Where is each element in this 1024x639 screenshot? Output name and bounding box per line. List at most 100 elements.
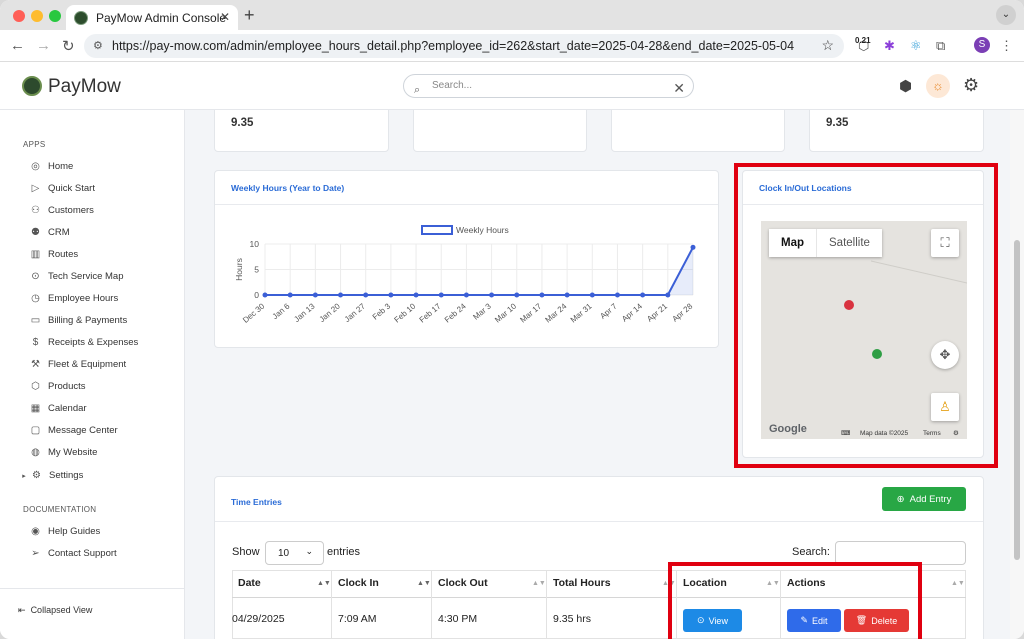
cube-icon[interactable]: ⬢ [899,77,912,95]
clear-search-icon[interactable]: ✕ [673,77,685,99]
plus-circle-icon: ⊕ [896,493,905,505]
extension-react-icon[interactable]: ⚛ [910,38,922,54]
x-tick-label: Dec 30 [241,301,267,325]
favicon-icon [74,10,88,25]
weekly-hours-title: Weekly Hours (Year to Date) [231,183,345,193]
bookmark-star-icon[interactable]: ☆ [821,37,834,54]
play-circle-icon: ▷ [31,183,40,194]
sidebar-item-billing-payments[interactable]: ▭ Billing & Payments [29,315,127,326]
cell-total-hours: 9.35 hrs [553,613,591,625]
tab-menu-icon[interactable]: ⌄ [996,5,1016,25]
data-point [690,244,696,250]
browser-menu-icon[interactable]: ⋮ [1000,38,1013,54]
profile-avatar[interactable]: S [974,37,990,53]
sidebar-item-settings[interactable]: ▸ ⚙ Settings [20,470,83,481]
weekly-hours-chart: 0510HoursDec 30 Jan 6 Jan 13 Jan 20 Jan 27 Fe… [234,225,696,325]
extension-gear-icon[interactable]: ✱ [884,38,895,54]
life-ring-icon: ◉ [31,526,40,537]
y-tick-label: 5 [254,265,259,275]
extensions-puzzle-icon[interactable]: ⧉ [936,38,945,54]
sort-icon[interactable]: ▲▼ [532,580,546,587]
sort-desc-icon[interactable]: ▲▼ [317,580,331,587]
clock-icon: ◷ [31,293,40,304]
settings-gear-icon[interactable]: ⚙ [963,75,979,96]
back-icon[interactable]: ← [10,37,25,54]
sort-icon[interactable]: ▲▼ [951,580,965,587]
calendar-icon: ▦ [30,403,41,414]
x-tick-label: Jan 20 [318,301,343,324]
browser-tab[interactable]: PayMow Admin Console ✕ [66,5,238,30]
column-header-date[interactable]: Date [238,577,261,589]
cell-clock-in: 7:09 AM [338,613,377,625]
forward-icon[interactable]: → [36,37,51,54]
data-point [338,292,344,298]
tab-close-icon[interactable]: ✕ [220,10,230,24]
column-header-clock-in[interactable]: Clock In [338,577,379,589]
maximize-window-icon[interactable] [49,10,61,22]
site-info-icon[interactable]: ⚙ [93,39,103,52]
sidebar-item-calendar[interactable]: ▦ Calendar [29,403,87,414]
col-divider [546,570,547,639]
sidebar-item-fleet-equipment[interactable]: ⚒ Fleet & Equipment [29,359,126,370]
x-tick-label: Jan 13 [292,301,317,324]
sidebar-item-tech-service-map[interactable]: ⊙ Tech Service Map [29,271,123,282]
x-tick-label: Feb 17 [418,301,443,324]
sidebar-item-products[interactable]: ⬡ Products [29,381,85,392]
sidebar-item-employee-hours[interactable]: ◷ Employee Hours [29,293,118,304]
sidebar-item-crm[interactable]: ⚉ CRM [29,227,70,238]
x-tick-label: Feb 3 [371,301,393,321]
column-header-clock-out[interactable]: Clock Out [438,577,488,589]
address-bar[interactable]: ⚙ https://pay-mow.com/admin/employee_hou… [84,34,844,58]
data-point [413,292,419,298]
extension-badge: 0.21 [855,36,871,45]
theme-toggle-sun-icon[interactable]: ☼ [926,74,950,98]
entries-per-page-select[interactable]: 10 ⌄ [265,541,324,565]
card-divider [215,204,718,205]
data-point [564,292,570,298]
legend-label: Weekly Hours [456,225,509,235]
paymow-logo[interactable] [22,76,42,96]
url-text: https://pay-mow.com/admin/employee_hours… [112,39,795,53]
column-header-total-hours[interactable]: Total Hours [553,577,611,589]
sidebar-item-routes[interactable]: ▥ Routes [29,249,78,260]
table-search-label: Search: [792,546,830,558]
entries-label: entries [327,546,361,558]
sidebar-item-my-website[interactable]: ◍ My Website [29,447,97,458]
new-tab-icon[interactable]: + [244,5,255,26]
stat-card-3 [611,110,785,152]
documentation-section-label: DOCUMENTATION [23,505,97,514]
scrollbar-thumb[interactable] [1014,240,1020,560]
sidebar-item-customers[interactable]: ⚇ Customers [29,205,94,216]
search-icon: ⌕ [414,84,421,96]
col-divider [331,570,332,639]
sort-icon[interactable]: ▲▼ [417,580,431,587]
data-point [665,292,671,298]
card-divider [215,521,983,522]
collapsed-view-toggle[interactable]: ⇤ Collapsed View [0,588,184,616]
data-point [363,292,369,298]
sidebar-item-contact-support[interactable]: ➢ Contact Support [29,548,116,559]
stat-value: 9.35 [826,117,849,129]
x-tick-label: Mar 3 [471,301,493,321]
highlight-box-map [734,163,998,468]
search-input[interactable]: ⌕ Search... ✕ [403,74,694,98]
sidebar-item-receipts-expenses[interactable]: $ Receipts & Expenses [29,337,139,348]
data-point [489,292,495,298]
close-window-icon[interactable] [13,10,25,22]
browser-window: PayMow Admin Console ✕ + ⌄ ← → ↻ ⚙ https… [0,0,1024,639]
stat-card-2 [413,110,587,152]
globe-icon: ◍ [31,447,40,458]
brand-name[interactable]: PayMow [48,76,121,98]
sidebar-item-home[interactable]: ◎ Home [29,161,73,172]
x-tick-label: Jan 6 [271,301,292,321]
sidebar-item-quick-start[interactable]: ▷ Quick Start [29,183,95,194]
add-entry-button[interactable]: ⊕ Add Entry [882,487,966,511]
sidebar-item-help-guides[interactable]: ◉ Help Guides [29,526,100,537]
wrench-icon: ⚒ [31,359,40,370]
reload-icon[interactable]: ↻ [62,37,75,55]
y-tick-label: 0 [254,290,259,300]
minimize-window-icon[interactable] [31,10,43,22]
data-point [463,292,469,298]
x-tick-label: Apr 28 [670,301,694,323]
sidebar-item-message-center[interactable]: ▢ Message Center [29,425,118,436]
